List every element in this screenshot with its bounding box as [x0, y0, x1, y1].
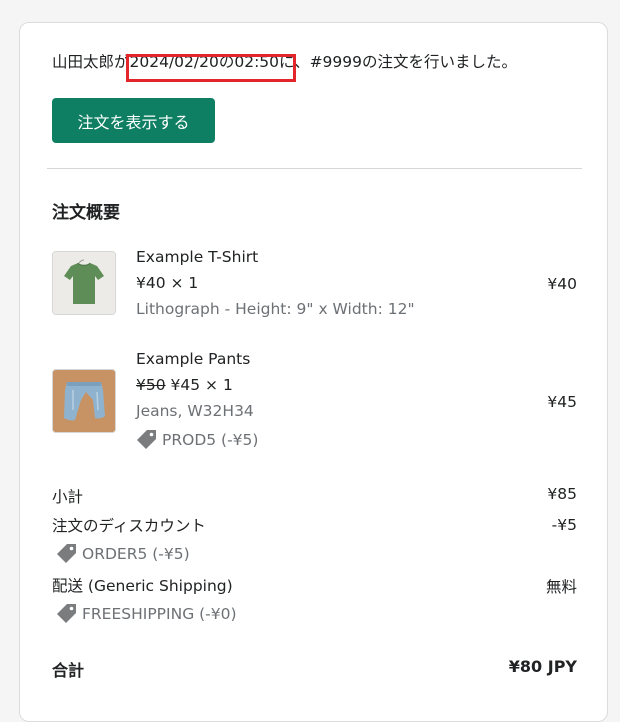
item-discount-code: PROD5 (-¥5): [162, 431, 259, 449]
view-order-button[interactable]: 注文を表示する: [52, 98, 215, 143]
order-discount-code: ORDER5 (-¥5): [56, 543, 190, 565]
item-original-price: ¥50: [136, 376, 166, 394]
shipping-discount-code: FREESHIPPING (-¥0): [56, 603, 237, 625]
item-line-total: ¥45: [547, 393, 577, 411]
shipping-discount-code-text: FREESHIPPING (-¥0): [82, 605, 237, 623]
subtotal-label: 小計: [52, 488, 84, 506]
divider: [47, 168, 582, 169]
item-variant: Lithograph - Height: 9" x Width: 12": [136, 300, 415, 318]
item-name: Example T-Shirt: [136, 248, 259, 266]
item-discount: PROD5 (-¥5): [136, 429, 258, 451]
discount-tag-icon: [136, 429, 158, 451]
total-label: 合計: [52, 661, 85, 680]
highlight-box: [126, 54, 296, 82]
discount-tag-icon: [56, 603, 78, 625]
item-line-total: ¥40: [547, 275, 577, 293]
item-price-quantity: ¥40 × 1: [136, 274, 199, 292]
pants-product-image: [52, 369, 116, 433]
item-price-quantity: ¥50 ¥45 × 1: [136, 376, 233, 394]
order-discount-label: 注文のディスカウント: [52, 517, 206, 535]
tshirt-product-image: [52, 251, 116, 315]
order-discount-code-text: ORDER5 (-¥5): [82, 545, 190, 563]
order-summary-title: 注文概要: [52, 203, 120, 223]
subtotal-value: ¥85: [547, 485, 577, 503]
item-variant: Jeans, W32H34: [136, 402, 254, 420]
shipping-label-text: 配送 (Generic Shipping): [52, 577, 233, 595]
discount-tag-icon: [56, 543, 78, 565]
item-sale-price-quantity: ¥45 × 1: [170, 376, 233, 394]
order-number-text: に、#9999の注文を行いました。: [279, 53, 518, 71]
total-value: ¥80 JPY: [508, 657, 577, 676]
customer-name-text: 山田太郎が: [52, 53, 130, 71]
order-discount-value: -¥5: [551, 516, 577, 534]
item-name: Example Pants: [136, 350, 251, 368]
shipping-label: 配送 (Generic Shipping): [52, 574, 233, 596]
shipping-value: 無料: [545, 578, 577, 596]
order-notification-card: 山田太郎が2024/02/20の02:50に、#9999の注文を行いました。 注…: [19, 22, 608, 722]
